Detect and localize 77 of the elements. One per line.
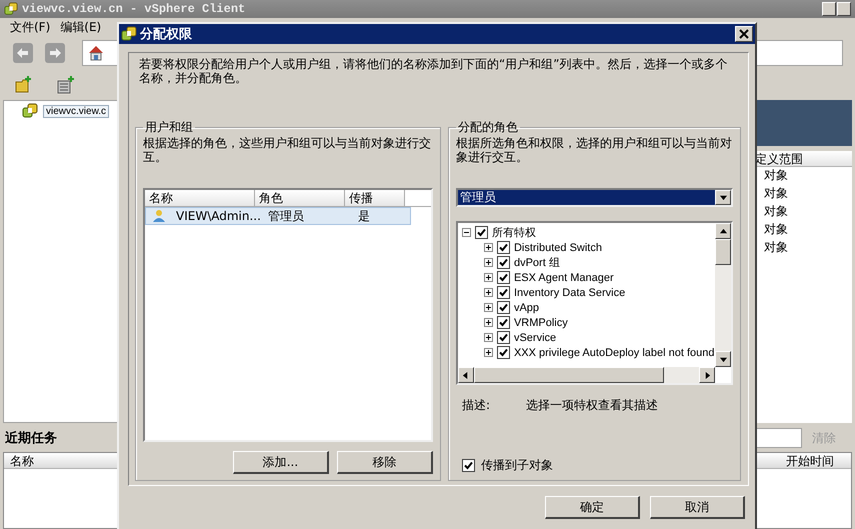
expand-icon[interactable] [484, 243, 493, 252]
column-header[interactable]: 名称 [145, 190, 255, 206]
column-header[interactable]: 开始时间 [784, 453, 834, 468]
role-select[interactable]: 管理员 [456, 188, 733, 207]
scroll-up-icon[interactable] [720, 228, 726, 234]
window-title: viewvc.view.cn - vSphere Client [22, 2, 246, 16]
scroll-right-icon[interactable] [704, 372, 710, 378]
checkbox[interactable] [496, 331, 510, 344]
checkbox[interactable] [496, 286, 510, 299]
column-header[interactable]: 角色 [255, 190, 345, 206]
filter-field[interactable] [754, 428, 802, 448]
table-cell: 对象 [764, 168, 788, 182]
tree-item[interactable]: viewvc.view.c [43, 104, 110, 118]
checkbox[interactable] [496, 316, 510, 329]
expand-icon[interactable] [484, 318, 493, 327]
user-icon [152, 209, 166, 223]
add-button[interactable]: 添加... [232, 451, 329, 474]
minimize-button[interactable] [822, 2, 836, 16]
tree-item[interactable]: vApp [514, 302, 540, 314]
group-title: 分配的角色 [456, 119, 519, 136]
tree-item[interactable]: Distributed Switch [514, 242, 602, 254]
description-text: 选择一项特权查看其描述 [526, 397, 658, 414]
group-description: 根据所选角色和权限，选择的用户和组可以与当前对象进行交互。 [456, 136, 733, 166]
checkbox[interactable] [474, 226, 488, 239]
scrollbar-thumb[interactable] [474, 367, 664, 383]
horizontal-scrollbar[interactable] [458, 367, 715, 383]
menu-item[interactable]: 文件(F) [10, 18, 50, 36]
list-row[interactable]: VIEW\Admin... 管理员 是 [145, 207, 411, 225]
home-icon[interactable] [87, 44, 105, 62]
expand-icon[interactable] [484, 348, 493, 357]
vsphere-icon [4, 2, 18, 16]
scroll-left-icon[interactable] [462, 372, 470, 378]
section-title: 近期任务 [4, 430, 57, 447]
dialog-title: 分配权限 [140, 26, 192, 43]
checkbox[interactable] [496, 271, 510, 284]
expand-icon[interactable] [484, 273, 493, 282]
checkbox[interactable] [496, 241, 510, 254]
new-datacenter-icon[interactable] [56, 75, 76, 95]
tree-item[interactable]: XXX privilege AutoDeploy label not found [514, 346, 715, 358]
table-cell: 对象 [764, 204, 788, 218]
intro-text: 若要将权限分配给用户个人或用户组，请将他们的名称添加到下面的“用户和组”列表中。然后，选择一个或多个名称，并分配角色。 [138, 57, 728, 87]
vsphere-icon [22, 103, 38, 119]
scroll-down-icon[interactable] [720, 356, 726, 362]
table-cell: 对象 [764, 222, 788, 236]
checkbox[interactable] [496, 301, 510, 314]
tree-item[interactable]: vService [514, 332, 556, 344]
tree-item[interactable]: ESX Agent Manager [514, 272, 614, 284]
remove-button[interactable]: 移除 [336, 451, 433, 474]
dropdown-caret-icon[interactable] [720, 194, 726, 201]
cancel-button[interactable]: 取消 [650, 496, 745, 519]
vsphere-icon [121, 26, 137, 42]
tree-item[interactable]: dvPort 组 [514, 255, 560, 270]
tree-item[interactable]: Inventory Data Service [514, 286, 626, 298]
group-title: 用户和组 [144, 119, 194, 136]
group-description: 根据选择的角色，这些用户和组可以与当前对象进行交互。 [143, 136, 432, 166]
vertical-scrollbar[interactable] [715, 223, 731, 367]
checkbox[interactable] [496, 346, 510, 359]
description-label: 描述: [460, 397, 491, 414]
scrollbar-thumb[interactable] [715, 239, 731, 265]
column-header[interactable]: 传播 [345, 190, 405, 206]
expand-icon[interactable] [484, 288, 493, 297]
checkbox[interactable] [462, 459, 475, 472]
checkbox-label: 传播到子对象 [480, 457, 553, 474]
menu-item[interactable]: 编辑(E) [60, 18, 102, 36]
collapse-icon[interactable] [462, 228, 471, 237]
expand-icon[interactable] [484, 303, 493, 312]
maximize-button[interactable] [837, 2, 851, 16]
tree-item[interactable]: 所有特权 [492, 225, 536, 240]
expand-icon[interactable] [484, 258, 493, 267]
tree-item[interactable]: VRMPolicy [514, 316, 568, 328]
close-button[interactable] [735, 26, 753, 42]
ok-button[interactable]: 确定 [545, 496, 640, 519]
expand-icon[interactable] [484, 333, 493, 342]
table-cell: 对象 [764, 186, 788, 200]
new-folder-icon[interactable] [14, 75, 34, 95]
checkbox[interactable] [496, 256, 510, 269]
table-cell: 对象 [764, 240, 788, 254]
